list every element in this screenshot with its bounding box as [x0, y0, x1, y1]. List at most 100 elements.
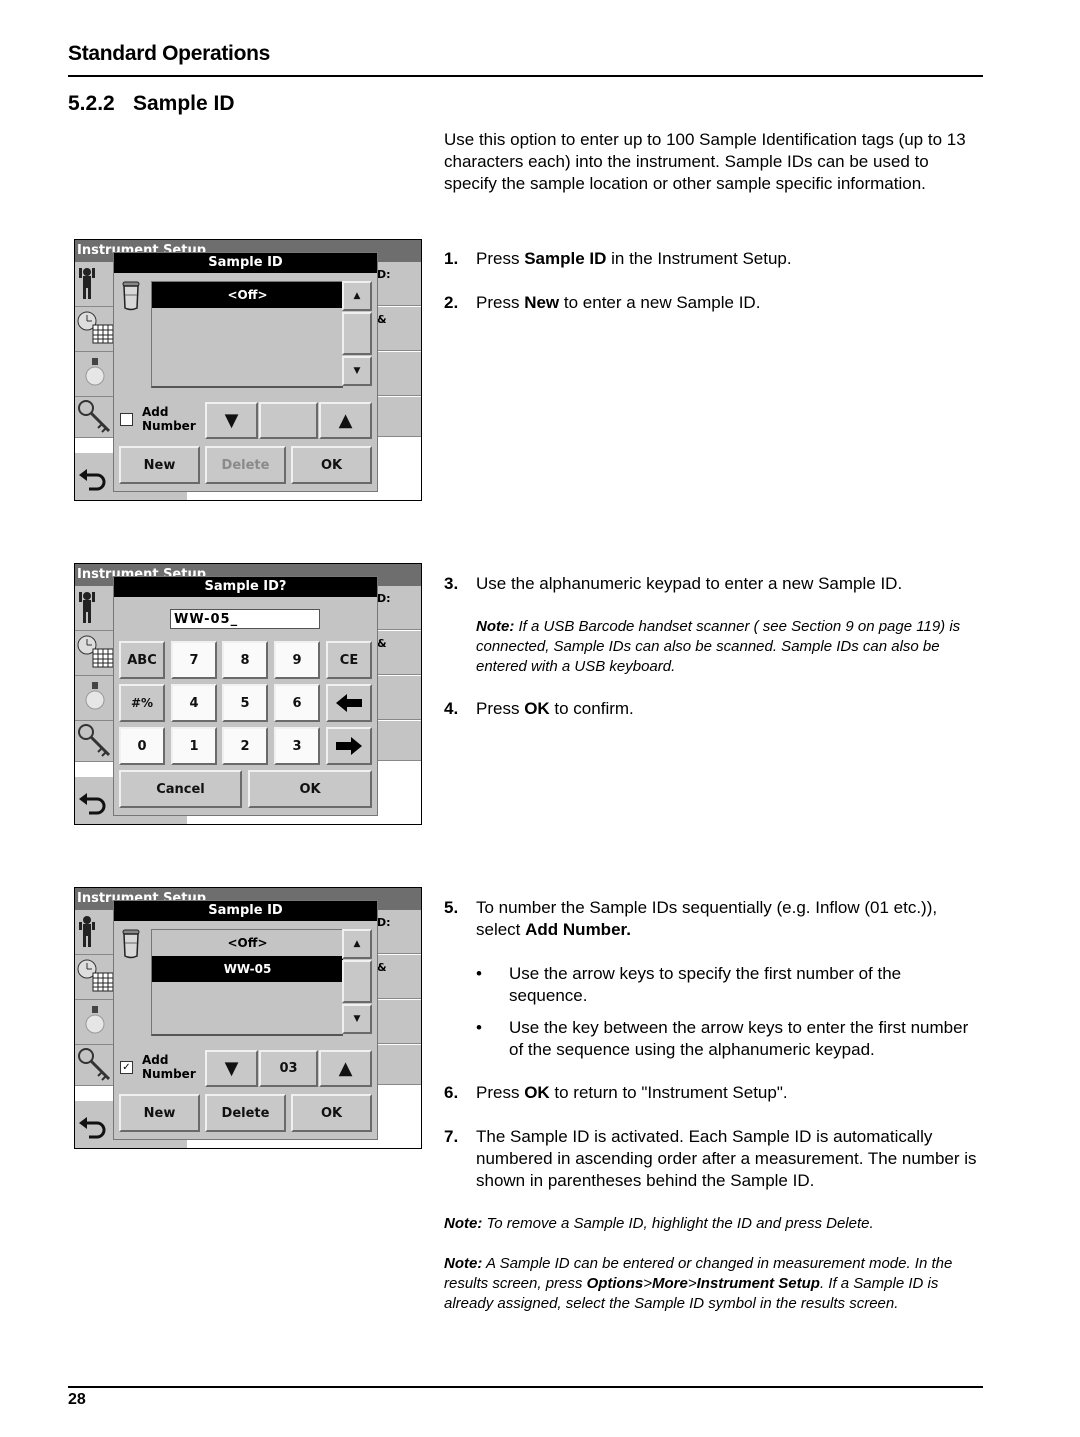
number-decrement-button[interactable]: ▼	[205, 402, 258, 439]
triangle-down-icon: ▼	[224, 1058, 239, 1079]
right-cell[interactable]: D:	[375, 586, 421, 630]
scroll-down-button[interactable]: ▼	[342, 1004, 372, 1034]
key-4[interactable]: 4	[171, 684, 217, 722]
step-number: 7.	[444, 1127, 459, 1146]
right-cell[interactable]	[375, 352, 421, 396]
right-cell[interactable]	[375, 397, 421, 437]
key-6[interactable]: 6	[274, 684, 320, 722]
right-cell[interactable]	[375, 676, 421, 720]
number-increment-button[interactable]: ▲	[319, 1050, 372, 1087]
list-item-off[interactable]: <Off>	[152, 930, 343, 956]
sample-id-dialog: Sample ID <Off> ▲ ▼ Add Number ▼ ▲ New De…	[113, 252, 378, 492]
lamp-cell[interactable]	[75, 676, 113, 721]
key-5[interactable]: 5	[222, 684, 268, 722]
key-symbols[interactable]: #%	[119, 684, 165, 722]
lamp-cell[interactable]	[75, 352, 113, 397]
date-time-cell[interactable]	[75, 307, 113, 352]
ok-button[interactable]: OK	[291, 1094, 372, 1132]
step-6: 6. Press OK to return to "Instrument Set…	[444, 1082, 984, 1104]
password-cell[interactable]	[75, 1045, 113, 1086]
clock-calendar-icon	[77, 959, 113, 992]
add-number-checkbox[interactable]	[120, 413, 133, 426]
number-entry-button[interactable]: 03	[259, 1050, 318, 1087]
key-backspace[interactable]	[326, 684, 372, 722]
step-text: The Sample ID is activated. Each Sample …	[476, 1127, 977, 1190]
step-text: to enter a new Sample ID.	[559, 293, 761, 312]
key-8[interactable]: 8	[222, 641, 268, 679]
ok-button[interactable]: OK	[291, 446, 372, 484]
number-decrement-button[interactable]: ▼	[205, 1050, 258, 1087]
scroll-down-button[interactable]: ▼	[342, 356, 372, 386]
page-number: 28	[68, 1391, 86, 1408]
operator-id-cell[interactable]	[75, 262, 113, 307]
add-number-label: Add Number	[142, 405, 196, 433]
page-header: Standard Operations	[68, 42, 271, 65]
step-text: to confirm.	[549, 699, 634, 718]
scrollbar-thumb[interactable]	[342, 960, 372, 1003]
menu-separator: >	[687, 1275, 697, 1292]
add-number-checkbox[interactable]: ✓	[120, 1061, 133, 1074]
delete-button[interactable]: Delete	[205, 1094, 286, 1132]
step-2: 2. Press New to enter a new Sample ID.	[444, 292, 984, 314]
scrollbar-thumb[interactable]	[342, 312, 372, 355]
sample-id-list[interactable]: <Off>	[151, 281, 343, 388]
cancel-button[interactable]: Cancel	[119, 770, 242, 808]
operator-id-cell[interactable]	[75, 910, 113, 955]
key-3[interactable]: 3	[274, 727, 320, 765]
list-item-ww-05[interactable]: WW-05	[152, 956, 343, 982]
bullet-text: Use the arrow keys to specify the first …	[509, 964, 902, 1005]
key-7[interactable]: 7	[171, 641, 217, 679]
right-cell[interactable]	[375, 1045, 421, 1085]
step-5: 5. To number the Sample IDs sequentially…	[444, 897, 984, 941]
right-cell[interactable]: D:	[375, 262, 421, 306]
key-9[interactable]: 9	[274, 641, 320, 679]
right-cell[interactable]: &	[375, 955, 421, 999]
new-button[interactable]: New	[119, 446, 200, 484]
step-bold: OK	[524, 699, 550, 718]
dialog-title: Sample ID	[114, 901, 377, 921]
date-time-cell[interactable]	[75, 631, 113, 676]
ok-button[interactable]: OK	[248, 770, 372, 808]
right-cell[interactable]	[375, 721, 421, 761]
key-1[interactable]: 1	[171, 727, 217, 765]
key-icon	[78, 724, 111, 757]
bullet-1: • Use the arrow keys to specify the firs…	[476, 963, 984, 1007]
scroll-up-button[interactable]: ▲	[342, 281, 372, 311]
scroll-up-button[interactable]: ▲	[342, 929, 372, 959]
screenshot-sample-id-keypad: Instrument Setup D: & Sample ID? WW-05_ …	[74, 563, 422, 825]
back-arrow-icon	[79, 469, 106, 491]
password-cell[interactable]	[75, 721, 113, 762]
right-cell[interactable]: &	[375, 307, 421, 351]
password-cell[interactable]	[75, 397, 113, 438]
operator-id-cell[interactable]	[75, 586, 113, 631]
lamp-icon	[85, 358, 105, 386]
number-increment-button[interactable]: ▲	[319, 402, 372, 439]
sample-id-dialog: Sample ID <Off> WW-05 ▲ ▼ ✓ Add Number ▼ …	[113, 900, 378, 1140]
new-button[interactable]: New	[119, 1094, 200, 1132]
key-ce[interactable]: CE	[326, 641, 372, 679]
step-bold: Add Number.	[525, 920, 631, 939]
operator-icon	[79, 268, 95, 299]
operator-icon	[79, 916, 95, 947]
right-cell[interactable]: D:	[375, 910, 421, 954]
key-icon	[78, 400, 111, 433]
key-2[interactable]: 2	[222, 727, 268, 765]
number-entry-button[interactable]	[259, 402, 318, 439]
list-item-off[interactable]: <Off>	[152, 282, 343, 308]
sample-id-input[interactable]: WW-05_	[170, 609, 320, 629]
key-cursor-right[interactable]	[326, 727, 372, 765]
note-barcode: Note: If a USB Barcode handset scanner (…	[476, 617, 986, 677]
intro-paragraph: Use this option to enter up to 100 Sampl…	[444, 130, 966, 193]
step-text: Press	[476, 1083, 525, 1102]
key-abc[interactable]: ABC	[119, 641, 165, 679]
bullet-dot: •	[476, 1018, 482, 1037]
step-number: 3.	[444, 574, 459, 593]
right-cell[interactable]: &	[375, 631, 421, 675]
lamp-cell[interactable]	[75, 1000, 113, 1045]
right-cell[interactable]	[375, 1000, 421, 1044]
step-3: 3. Use the alphanumeric keypad to enter …	[444, 573, 984, 595]
sample-id-list[interactable]: <Off> WW-05	[151, 929, 343, 1036]
scroll-up-icon: ▲	[353, 939, 361, 949]
key-0[interactable]: 0	[119, 727, 165, 765]
date-time-cell[interactable]	[75, 955, 113, 1000]
